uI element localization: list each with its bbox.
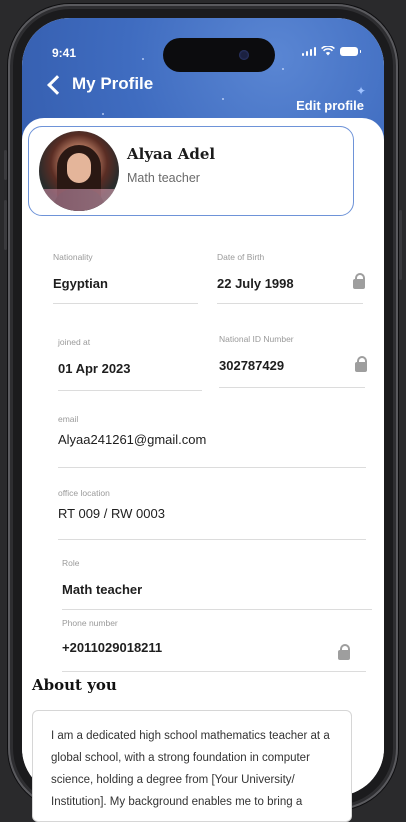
- field-value: RT 009 / RW 0003: [58, 506, 165, 521]
- about-textarea[interactable]: I am a dedicated high school mathematics…: [32, 710, 352, 822]
- field-label: Role: [62, 558, 80, 568]
- status-time: 9:41: [52, 46, 77, 60]
- phone-side-button: [4, 200, 7, 250]
- field-phone-number[interactable]: Phone number +2011029018211: [62, 618, 366, 672]
- phone-side-button: [4, 150, 7, 180]
- about-title: About you: [32, 676, 117, 694]
- field-value: 01 Apr 2023: [58, 361, 131, 376]
- field-value: +2011029018211: [62, 640, 163, 655]
- avatar[interactable]: [39, 131, 119, 211]
- signal-icon: [301, 46, 316, 56]
- field-label: Date of Birth: [217, 252, 265, 262]
- lock-icon: [338, 644, 350, 660]
- field-value: 22 July 1998: [217, 276, 294, 291]
- back-chevron-icon[interactable]: [46, 74, 64, 96]
- status-icons: [301, 46, 361, 56]
- page-title: My Profile: [72, 74, 154, 93]
- field-label: joined at: [58, 337, 91, 347]
- profile-summary: Alyaa Adel Math teacher: [28, 126, 354, 216]
- wifi-icon: [321, 46, 335, 56]
- field-label: Phone number: [62, 618, 118, 628]
- field-value: Math teacher: [62, 582, 143, 597]
- camera-icon: [239, 50, 249, 60]
- edit-profile-button[interactable]: Edit profile: [296, 98, 364, 113]
- lock-icon: [355, 356, 367, 372]
- field-joined-at[interactable]: joined at 01 Apr 2023: [58, 337, 202, 391]
- field-date-of-birth[interactable]: Date of Birth 22 July 1998: [217, 252, 365, 304]
- field-label: office location: [58, 488, 110, 498]
- dynamic-island: [163, 38, 275, 72]
- phone-side-button: [399, 210, 402, 280]
- field-label: Nationality: [53, 252, 93, 262]
- profile-name: Alyaa Adel: [127, 145, 216, 163]
- field-nationality[interactable]: Nationality Egyptian: [53, 252, 198, 304]
- field-value: Alyaa241261@gmail.com: [58, 432, 207, 447]
- about-text: I am a dedicated high school mathematics…: [51, 730, 330, 808]
- field-office-location[interactable]: office location RT 009 / RW 0003: [58, 488, 366, 540]
- field-email[interactable]: email Alyaa241261@gmail.com: [58, 414, 366, 468]
- battery-icon: [340, 46, 361, 56]
- field-label: National ID Number: [219, 334, 294, 344]
- profile-role: Math teacher: [127, 171, 200, 185]
- field-role[interactable]: Role Math teacher: [62, 558, 372, 610]
- field-national-id[interactable]: National ID Number 302787429: [219, 334, 367, 388]
- field-value: Egyptian: [53, 276, 108, 291]
- field-value: 302787429: [219, 358, 285, 373]
- sparkle-icon: ✦: [355, 84, 366, 98]
- lock-icon: [353, 273, 365, 289]
- field-label: email: [58, 414, 79, 424]
